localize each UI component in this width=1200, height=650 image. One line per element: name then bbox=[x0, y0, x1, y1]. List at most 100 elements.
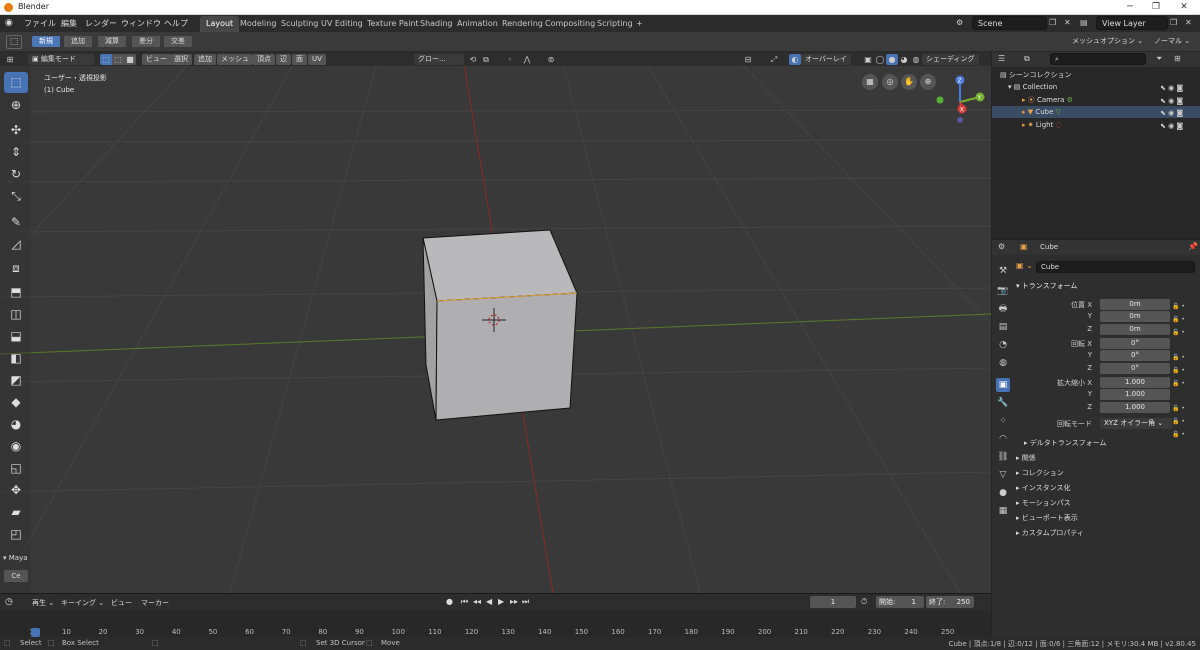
data-tab-icon[interactable]: ▽ bbox=[996, 468, 1010, 482]
scale-x-field[interactable]: 1.000 bbox=[1100, 377, 1170, 388]
solid-shading-icon[interactable]: ● bbox=[886, 54, 898, 65]
add-cube-tool-icon[interactable]: ⧈ bbox=[4, 258, 28, 279]
menu-mesh[interactable]: メッシュ bbox=[217, 54, 253, 65]
xray-toggle-icon[interactable]: ⊟ bbox=[742, 54, 754, 65]
rendered-shading-icon[interactable]: ◍ bbox=[910, 54, 922, 65]
menu-window[interactable]: ウィンドウ bbox=[121, 18, 161, 29]
constraints-tab-icon[interactable]: ⛓ bbox=[996, 450, 1010, 464]
scene-collection-row[interactable]: ▤ シーンコレクション bbox=[992, 69, 1200, 81]
menu-marker[interactable]: マーカー bbox=[141, 598, 169, 608]
knife-tool-icon[interactable]: ◩ bbox=[4, 370, 28, 391]
location-x-field[interactable]: 0m bbox=[1100, 299, 1170, 310]
record-icon[interactable]: ● bbox=[446, 597, 453, 606]
location-y-field[interactable]: 0m bbox=[1100, 311, 1170, 322]
scale-tool-icon[interactable]: ⤡ bbox=[4, 186, 28, 207]
overlay-toggle-icon[interactable]: ◐ bbox=[789, 54, 801, 65]
scale-y-field[interactable]: 1.000 bbox=[1100, 389, 1170, 400]
viewport-display-panel[interactable]: ▸ ビューポート表示 bbox=[1016, 513, 1078, 523]
timeline-editor-icon[interactable]: ◷ bbox=[5, 597, 13, 607]
relations-panel[interactable]: ▸ 関係 bbox=[1016, 453, 1036, 463]
poly-build-tool-icon[interactable]: ◆ bbox=[4, 392, 28, 413]
rotation-y-field[interactable]: 0° bbox=[1100, 350, 1170, 361]
scene-field[interactable]: Scene bbox=[972, 16, 1047, 30]
translate-tool-icon[interactable]: ⇕ bbox=[4, 142, 28, 163]
select-box-tool-icon[interactable]: ⬚ bbox=[4, 72, 28, 93]
rotate-tool-icon[interactable]: ↻ bbox=[4, 164, 28, 185]
end-frame-field[interactable]: 終了: 250 bbox=[926, 596, 974, 608]
menu-edit[interactable]: 編集 bbox=[61, 18, 77, 29]
visibility-icon[interactable]: ⊚ bbox=[545, 54, 557, 65]
menu-file[interactable]: ファイル bbox=[24, 18, 56, 29]
extrude-tool-icon[interactable]: ⬒ bbox=[4, 282, 28, 303]
menu-select[interactable]: 選択 bbox=[170, 54, 192, 65]
mode-intersect[interactable]: 交差 bbox=[164, 36, 192, 47]
rotation-x-field[interactable]: 0° bbox=[1100, 338, 1170, 349]
object-tab-icon[interactable]: ▣ bbox=[996, 378, 1010, 392]
shading-dropdown[interactable]: シェーディング bbox=[922, 54, 979, 65]
display-mode-icon[interactable]: ⧉ bbox=[1024, 54, 1030, 64]
maya-command-button[interactable]: Ce bbox=[4, 570, 28, 582]
maximize-button[interactable]: ❐ bbox=[1150, 2, 1162, 13]
mode-subtract[interactable]: 減算 bbox=[98, 36, 126, 47]
scene-copy-icon[interactable]: ❐ bbox=[1049, 18, 1056, 27]
pan-hand-icon[interactable]: ✋ bbox=[901, 74, 917, 90]
menu-vertex[interactable]: 頂点 bbox=[253, 54, 275, 65]
measure-tool-icon[interactable]: ◿ bbox=[4, 234, 28, 255]
particles-tab-icon[interactable]: ⁘ bbox=[996, 414, 1010, 428]
add-workspace-button[interactable]: + bbox=[630, 16, 649, 32]
scene-tab-icon[interactable]: ◔ bbox=[996, 338, 1010, 352]
gizmo-neg-z-icon[interactable] bbox=[957, 117, 963, 123]
rotation-z-field[interactable]: 0° bbox=[1100, 363, 1170, 374]
location-z-field[interactable]: 0m bbox=[1100, 324, 1170, 335]
menu-add[interactable]: 追加 bbox=[194, 54, 216, 65]
inset-tool-icon[interactable]: ◫ bbox=[4, 304, 28, 325]
motion-paths-panel[interactable]: ▸ モーションパス bbox=[1016, 498, 1071, 508]
collections-panel[interactable]: ▸ コレクション bbox=[1016, 468, 1064, 478]
blender-menu-icon[interactable]: ◉ bbox=[5, 18, 17, 29]
camera-view-icon[interactable]: ◎ bbox=[882, 74, 898, 90]
instancing-panel[interactable]: ▸ インスタンス化 bbox=[1016, 483, 1070, 493]
stopwatch-icon[interactable]: ⏱ bbox=[861, 597, 867, 607]
mode-new[interactable]: 新規 bbox=[32, 36, 60, 47]
viewport-scene[interactable] bbox=[0, 52, 991, 593]
delta-transform-panel[interactable]: ▸ デルタトランスフォーム bbox=[1024, 438, 1106, 448]
menu-uv[interactable]: UV bbox=[308, 54, 326, 65]
menu-edge[interactable]: 辺 bbox=[276, 54, 291, 65]
smooth-tool-icon[interactable]: ◉ bbox=[4, 436, 28, 457]
normal-dropdown[interactable]: ノーマル ⌄ bbox=[1154, 36, 1190, 46]
modifiers-tab-icon[interactable]: 🔧 bbox=[996, 396, 1010, 410]
mode-add[interactable]: 追加 bbox=[64, 36, 92, 47]
bevel-tool-icon[interactable]: ⬓ bbox=[4, 326, 28, 347]
editor-type-icon[interactable]: ⊞ bbox=[4, 54, 16, 65]
pivot-icon[interactable]: ⟲ bbox=[467, 54, 479, 65]
play-icon[interactable]: ▶ bbox=[498, 597, 504, 606]
proportional-edit-icon[interactable]: ◦ bbox=[504, 54, 516, 65]
overlay-dropdown[interactable]: オーバーレイ bbox=[801, 54, 851, 65]
transform-orientation-dropdown[interactable]: グロー... bbox=[414, 54, 464, 65]
pin-icon[interactable]: 📌 bbox=[1188, 242, 1198, 251]
3d-viewport[interactable]: ユーザー・透視投影 (1) Cube ▦ ◎ ✋ ⊕ Z Y X bbox=[0, 52, 991, 593]
lock-icons[interactable]: 🔓 • 🔓 • 🔓 • 🔓 • 🔓 • 🔓 • 🔓 • 🔓 • 🔓 • bbox=[1172, 301, 1185, 442]
cube-front-face[interactable] bbox=[435, 292, 578, 421]
filter-icon[interactable]: ⏷ bbox=[1156, 54, 1162, 64]
minimize-button[interactable]: ─ bbox=[1124, 2, 1136, 13]
render-tab-icon[interactable]: 📷 bbox=[996, 284, 1010, 298]
menu-face[interactable]: 面 bbox=[292, 54, 307, 65]
view-layer-field[interactable]: View Layer bbox=[1096, 16, 1168, 30]
rotation-mode-dropdown[interactable]: XYZ オイラー角 ⌄ bbox=[1100, 418, 1172, 429]
view-layer-copy-icon[interactable]: ❐ bbox=[1170, 18, 1177, 27]
edge-slide-tool-icon[interactable]: ◱ bbox=[4, 458, 28, 479]
grid-view-icon[interactable]: ▦ bbox=[862, 74, 878, 90]
properties-editor-icon[interactable]: ⚙ bbox=[998, 242, 1005, 251]
gizmo-toggle-icon[interactable]: ⤢ bbox=[768, 54, 780, 65]
new-collection-icon[interactable]: ⊞ bbox=[1174, 54, 1181, 63]
view-layer-close-icon[interactable]: ✕ bbox=[1185, 18, 1192, 27]
menu-help[interactable]: ヘルプ bbox=[164, 18, 188, 29]
menu-timeline-view[interactable]: ビュー bbox=[111, 598, 132, 608]
material-tab-icon[interactable]: ● bbox=[996, 486, 1010, 500]
object-name-field[interactable]: Cube bbox=[1036, 261, 1195, 273]
outliner-search-input[interactable]: ⌕ bbox=[1050, 53, 1146, 65]
xray-icon[interactable]: ▣ bbox=[862, 54, 874, 65]
navigation-gizmo[interactable]: Z Y X bbox=[932, 74, 987, 129]
menu-playback[interactable]: 再生 ⌄ bbox=[32, 598, 54, 608]
